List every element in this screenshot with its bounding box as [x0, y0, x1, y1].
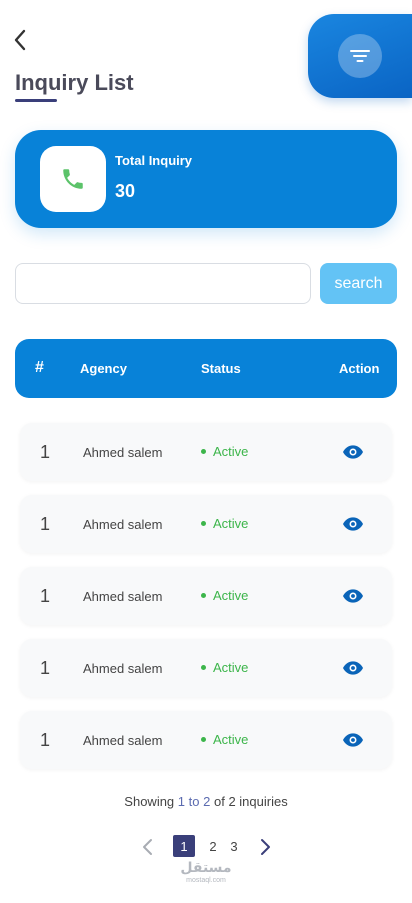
table-row: 1 Ahmed salem Active: [20, 711, 392, 769]
eye-icon[interactable]: [343, 731, 363, 749]
summary-to-word: to: [188, 794, 200, 809]
chevron-right-icon[interactable]: [258, 838, 272, 856]
status-badge: Active: [201, 588, 248, 603]
column-header-action: Action: [339, 361, 380, 376]
phone-icon: [63, 169, 83, 189]
eye-icon[interactable]: [343, 515, 363, 533]
total-inquiry-card: Total Inquiry 30: [15, 130, 397, 228]
total-inquiry-label: Total Inquiry: [115, 153, 193, 168]
summary-prefix: Showing: [124, 794, 175, 809]
eye-icon[interactable]: [343, 443, 363, 461]
summary-to: 2: [203, 794, 211, 809]
eye-icon[interactable]: [343, 659, 363, 677]
search-button[interactable]: search: [320, 263, 397, 304]
status-text: Active: [213, 444, 249, 459]
pagination: 1 2 3: [0, 835, 412, 859]
table-header: # Agency Status Action: [15, 339, 397, 398]
status-dot: [201, 665, 206, 670]
search-input[interactable]: [15, 263, 311, 304]
status-dot: [201, 593, 206, 598]
row-agency: Ahmed salem: [83, 517, 163, 532]
row-number: 1: [40, 586, 51, 606]
watermark-arabic: مستقل: [180, 860, 232, 876]
back-button[interactable]: [8, 26, 32, 54]
watermark-latin: mostaql.com: [186, 877, 226, 884]
page-title: Inquiry List: [15, 70, 134, 95]
title-underline: [15, 99, 57, 102]
row-agency: Ahmed salem: [83, 733, 163, 748]
row-agency: Ahmed salem: [83, 445, 163, 460]
status-dot: [201, 737, 206, 742]
chevron-left-icon[interactable]: [141, 838, 155, 856]
total-inquiry-value: 30: [115, 181, 136, 201]
status-badge: Active: [201, 516, 248, 531]
row-number: 1: [40, 514, 51, 534]
eye-icon[interactable]: [343, 587, 363, 605]
row-agency: Ahmed salem: [83, 589, 163, 604]
table-row: 1 Ahmed salem Active: [20, 639, 392, 697]
summary-from: 1: [177, 794, 186, 809]
status-dot: [201, 521, 206, 526]
page-1-button[interactable]: 1: [173, 835, 195, 857]
watermark-logo: مستقل mostaql.com: [176, 860, 236, 892]
phone-icon-box: [40, 146, 106, 212]
filter-button[interactable]: [308, 14, 412, 98]
column-header-number: #: [35, 359, 44, 376]
status-text: Active: [213, 660, 249, 675]
row-number: 1: [40, 442, 51, 462]
page-3-button[interactable]: 3: [223, 835, 245, 857]
status-badge: Active: [201, 732, 248, 747]
status-badge: Active: [201, 444, 248, 459]
table-row: 1 Ahmed salem Active: [20, 495, 392, 553]
summary-suffix: of 2 inquiries: [213, 794, 288, 809]
status-badge: Active: [201, 660, 248, 675]
status-text: Active: [213, 732, 249, 747]
results-summary: Showing 1 to 2 of 2 inquiries: [0, 794, 412, 809]
chevron-left-icon: [14, 29, 26, 51]
row-agency: Ahmed salem: [83, 661, 163, 676]
status-text: Active: [213, 588, 249, 603]
inquiry-list: 1 Ahmed salem Active 1 Ahmed salem Activ…: [20, 423, 392, 783]
column-header-status: Status: [201, 361, 241, 376]
row-number: 1: [40, 658, 51, 678]
filter-icon: [350, 50, 370, 62]
status-dot: [201, 449, 206, 454]
column-header-agency: Agency: [80, 361, 127, 376]
status-text: Active: [213, 516, 249, 531]
row-number: 1: [40, 730, 51, 750]
filter-icon-circle: [338, 34, 382, 78]
table-row: 1 Ahmed salem Active: [20, 423, 392, 481]
page-2-button[interactable]: 2: [202, 835, 224, 857]
table-row: 1 Ahmed salem Active: [20, 567, 392, 625]
